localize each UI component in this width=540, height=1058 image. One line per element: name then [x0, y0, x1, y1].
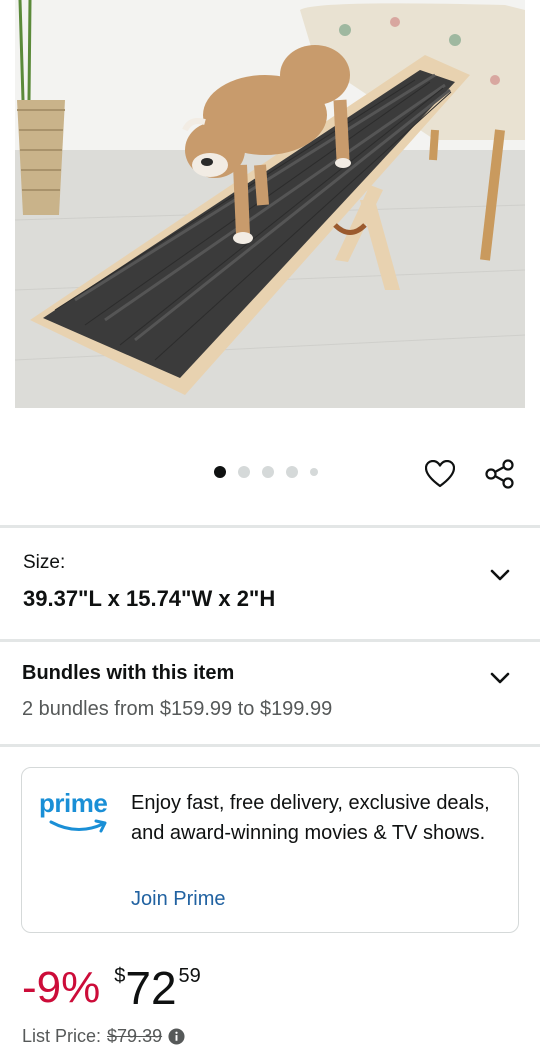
discount-percent: -9%: [22, 963, 101, 1012]
carousel-dot[interactable]: [262, 466, 274, 478]
list-price-value: $79.39: [107, 1026, 163, 1046]
divider: [0, 744, 540, 747]
price: $ 72 59: [114, 958, 201, 1018]
size-value: 39.37"L x 15.74"W x 2"H: [23, 586, 276, 611]
carousel-dot[interactable]: [238, 466, 250, 478]
add-to-list-button[interactable]: [422, 456, 458, 492]
chevron-down-icon: [490, 569, 510, 581]
heart-icon: [425, 460, 455, 488]
product-photo-dog-ramp: [15, 0, 525, 408]
carousel-dot[interactable]: [214, 466, 226, 478]
bundles-title: Bundles with this item: [22, 662, 235, 684]
carousel-dot[interactable]: [310, 468, 318, 476]
size-label: Size:: [23, 552, 66, 573]
info-icon[interactable]: [168, 1028, 185, 1045]
list-price: List Price: $79.39: [22, 1026, 185, 1047]
product-image[interactable]: [15, 0, 525, 408]
share-button[interactable]: [482, 456, 518, 492]
chevron-down-icon: [490, 672, 510, 684]
price-block: -9% $ 72 59: [22, 958, 201, 1018]
image-carousel-dots[interactable]: [214, 464, 318, 480]
price-fraction: 59: [178, 965, 201, 987]
prime-description: Enjoy fast, free delivery, exclusive dea…: [131, 792, 490, 844]
share-icon: [485, 459, 514, 489]
list-price-label: List Price:: [22, 1026, 102, 1046]
join-prime-link[interactable]: Join Prime: [131, 888, 225, 911]
bundles-subtitle: 2 bundles from $159.99 to $199.99: [22, 698, 333, 720]
prime-promo-card: prime Enjoy fast, free delivery, exclusi…: [21, 767, 519, 933]
carousel-dot[interactable]: [286, 466, 298, 478]
price-currency-symbol: $: [114, 965, 126, 987]
price-whole: 72: [125, 962, 177, 1014]
prime-logo: prime: [39, 788, 119, 840]
size-selector[interactable]: Size: 39.37"L x 15.74"W x 2"H: [0, 528, 540, 640]
bundles-section[interactable]: Bundles with this item 2 bundles from $1…: [0, 642, 540, 744]
prime-smile-icon: [49, 819, 107, 833]
